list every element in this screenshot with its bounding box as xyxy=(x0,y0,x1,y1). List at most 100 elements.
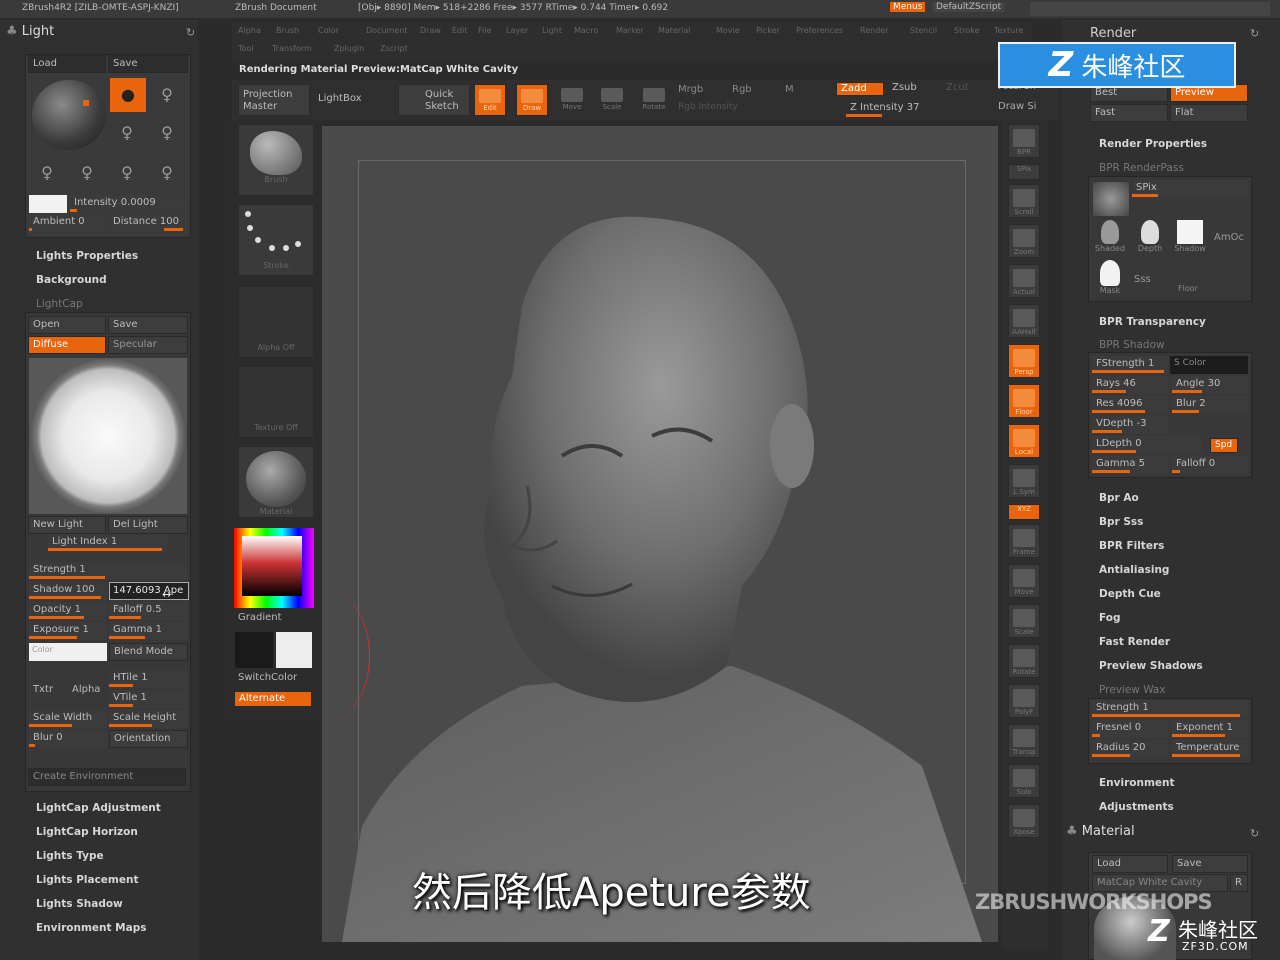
light-1-toggle[interactable]: ● xyxy=(110,78,146,112)
menu-light[interactable]: Light xyxy=(542,26,562,35)
exposure-slider[interactable]: Exposure 1 xyxy=(29,622,107,640)
section-lights-placement[interactable]: Lights Placement xyxy=(36,874,139,886)
strength-slider[interactable]: Strength 1 xyxy=(29,562,187,580)
material-thumb[interactable]: Material xyxy=(238,446,314,518)
wax-strength-slider[interactable]: Strength 1 xyxy=(1092,700,1248,718)
render-title[interactable]: Render xyxy=(1090,26,1136,41)
palette-refresh-icon[interactable]: ↻ xyxy=(186,26,195,39)
color-picker[interactable] xyxy=(234,528,314,608)
fstrength-slider[interactable]: FStrength 1 xyxy=(1092,356,1168,374)
tool-scroll[interactable]: Scroll xyxy=(1008,184,1040,218)
tool-floor[interactable]: Floor xyxy=(1008,384,1040,418)
material-r-button[interactable]: R xyxy=(1230,874,1248,892)
menu-render[interactable]: Render xyxy=(860,26,888,35)
render-item-fog[interactable]: Fog xyxy=(1099,612,1120,624)
angle-slider[interactable]: Angle 30 xyxy=(1172,376,1248,394)
section-environment-maps[interactable]: Environment Maps xyxy=(36,922,146,934)
lightcap-save-button[interactable]: Save xyxy=(108,316,188,334)
tool-zoom[interactable]: Zoom xyxy=(1008,224,1040,258)
bulb-icon[interactable]: ♀ xyxy=(117,122,137,144)
tool-aahalf[interactable]: AAHalf xyxy=(1008,304,1040,338)
render-refresh-icon[interactable]: ↻ xyxy=(1250,27,1259,40)
scale-button[interactable]: Scale xyxy=(596,84,628,116)
document-canvas[interactable] xyxy=(322,126,998,942)
zcut-button[interactable]: Zcut xyxy=(942,82,972,96)
render-item-fast-render[interactable]: Fast Render xyxy=(1099,636,1170,648)
menu-stroke[interactable]: Stroke xyxy=(954,26,980,35)
exponent-slider[interactable]: Exponent 1 xyxy=(1172,720,1248,738)
opacity-slider[interactable]: Opacity 1 xyxy=(29,602,107,620)
lightcap-preview[interactable] xyxy=(29,358,187,514)
tool-polyf[interactable]: PolyF xyxy=(1008,684,1040,718)
floor-pass[interactable]: Floor xyxy=(1178,284,1198,293)
render-item-bpr-filters[interactable]: BPR Filters xyxy=(1099,540,1164,552)
temperature-slider[interactable]: Temperature xyxy=(1172,740,1248,758)
new-light-button[interactable]: New Light xyxy=(28,516,106,534)
scale-height-slider[interactable]: Scale Height xyxy=(109,710,188,728)
blend-mode-button[interactable]: Blend Mode xyxy=(109,643,188,661)
quick-sketch-button[interactable]: Quick Sketch xyxy=(398,84,470,116)
light-index-slider[interactable]: Light Index 1 xyxy=(48,534,168,552)
tool-frame[interactable]: Frame xyxy=(1008,524,1040,558)
shadow-pass[interactable]: Shadow xyxy=(1174,220,1206,256)
background-item[interactable]: Background xyxy=(36,274,107,286)
alpha-thumb[interactable]: Alpha Off xyxy=(238,286,314,358)
render-properties-item[interactable]: Render Properties xyxy=(1099,138,1207,150)
sss-pass[interactable]: Sss xyxy=(1134,274,1151,285)
vtile-slider[interactable]: VTile 1 xyxy=(109,690,188,708)
material-refresh-icon[interactable]: ↻ xyxy=(1250,827,1259,840)
htile-slider[interactable]: HTile 1 xyxy=(109,670,188,688)
render-item-bpr-ao[interactable]: Bpr Ao xyxy=(1099,492,1139,504)
preview-wax-header[interactable]: Preview Wax xyxy=(1099,684,1166,696)
tool-actual[interactable]: Actual xyxy=(1008,264,1040,298)
bulb-icon[interactable]: ♀ xyxy=(157,84,177,106)
menu-stencil[interactable]: Stencil xyxy=(910,26,937,35)
texture-thumb[interactable]: Texture Off xyxy=(238,366,314,438)
txtr-label[interactable]: Txtr xyxy=(33,684,53,695)
section-lightcap-horizon[interactable]: LightCap Horizon xyxy=(36,826,138,838)
res-slider[interactable]: Res 4096 xyxy=(1092,396,1168,414)
material-save-button[interactable]: Save xyxy=(1172,855,1248,873)
light-position-marker[interactable] xyxy=(83,100,89,106)
material-palette-title[interactable]: ♣ Material xyxy=(1066,824,1135,839)
shadow-blur-slider[interactable]: Blur 2 xyxy=(1172,396,1248,414)
m-button[interactable]: M xyxy=(785,84,794,95)
rotate-button[interactable]: Rotate xyxy=(638,84,670,116)
spd-button[interactable]: Spd xyxy=(1210,438,1238,453)
edit-button[interactable]: Edit xyxy=(474,84,506,116)
tool-xpose[interactable]: Xpose xyxy=(1008,804,1040,838)
menu-document[interactable]: Document xyxy=(366,26,407,35)
draw-button[interactable]: Draw xyxy=(516,84,548,116)
render-item-preview-shadows[interactable]: Preview Shadows xyxy=(1099,660,1203,672)
tool-transp[interactable]: Transp xyxy=(1008,724,1040,758)
projection-master-button[interactable]: Projection Master xyxy=(238,84,310,116)
shadow-slider[interactable]: Shadow 100 xyxy=(29,582,107,600)
menu-file[interactable]: File xyxy=(478,26,491,35)
del-light-button[interactable]: Del Light xyxy=(108,516,188,534)
ambient-slider[interactable]: Ambient 0 xyxy=(29,214,107,232)
tool-xyz[interactable]: XYZ xyxy=(1008,504,1040,520)
orientation-button[interactable]: Orientation xyxy=(109,730,188,748)
distance-slider[interactable]: Distance 100 xyxy=(109,214,188,232)
bpr-transparency-item[interactable]: BPR Transparency xyxy=(1099,316,1206,328)
shaded-pass[interactable]: Shaded xyxy=(1094,220,1126,256)
rays-slider[interactable]: Rays 46 xyxy=(1092,376,1168,394)
environment-item[interactable]: Environment xyxy=(1099,777,1175,789)
bulb-icon[interactable]: ♀ xyxy=(157,162,177,184)
move-button[interactable]: Move xyxy=(556,84,588,116)
gradient-label[interactable]: Gradient xyxy=(238,612,282,623)
menu-texture[interactable]: Texture xyxy=(994,26,1023,35)
adjustments-item[interactable]: Adjustments xyxy=(1099,801,1174,813)
bulb-icon[interactable]: ♀ xyxy=(117,162,137,184)
menu-layer[interactable]: Layer xyxy=(506,26,528,35)
menu-brush[interactable]: Brush xyxy=(276,26,299,35)
menu-marker[interactable]: Marker xyxy=(616,26,644,35)
zadd-button[interactable]: Zadd xyxy=(836,82,884,96)
spix-slider[interactable]: SPix xyxy=(1132,180,1248,198)
section-lightcap-adjustment[interactable]: LightCap Adjustment xyxy=(36,802,161,814)
bpr-renderpass-header[interactable]: BPR RenderPass xyxy=(1099,162,1184,174)
radius-slider[interactable]: Radius 20 xyxy=(1092,740,1168,758)
material-load-button[interactable]: Load xyxy=(1092,855,1168,873)
zsub-button[interactable]: Zsub xyxy=(888,82,936,96)
lightbox-button[interactable]: LightBox xyxy=(314,84,392,116)
